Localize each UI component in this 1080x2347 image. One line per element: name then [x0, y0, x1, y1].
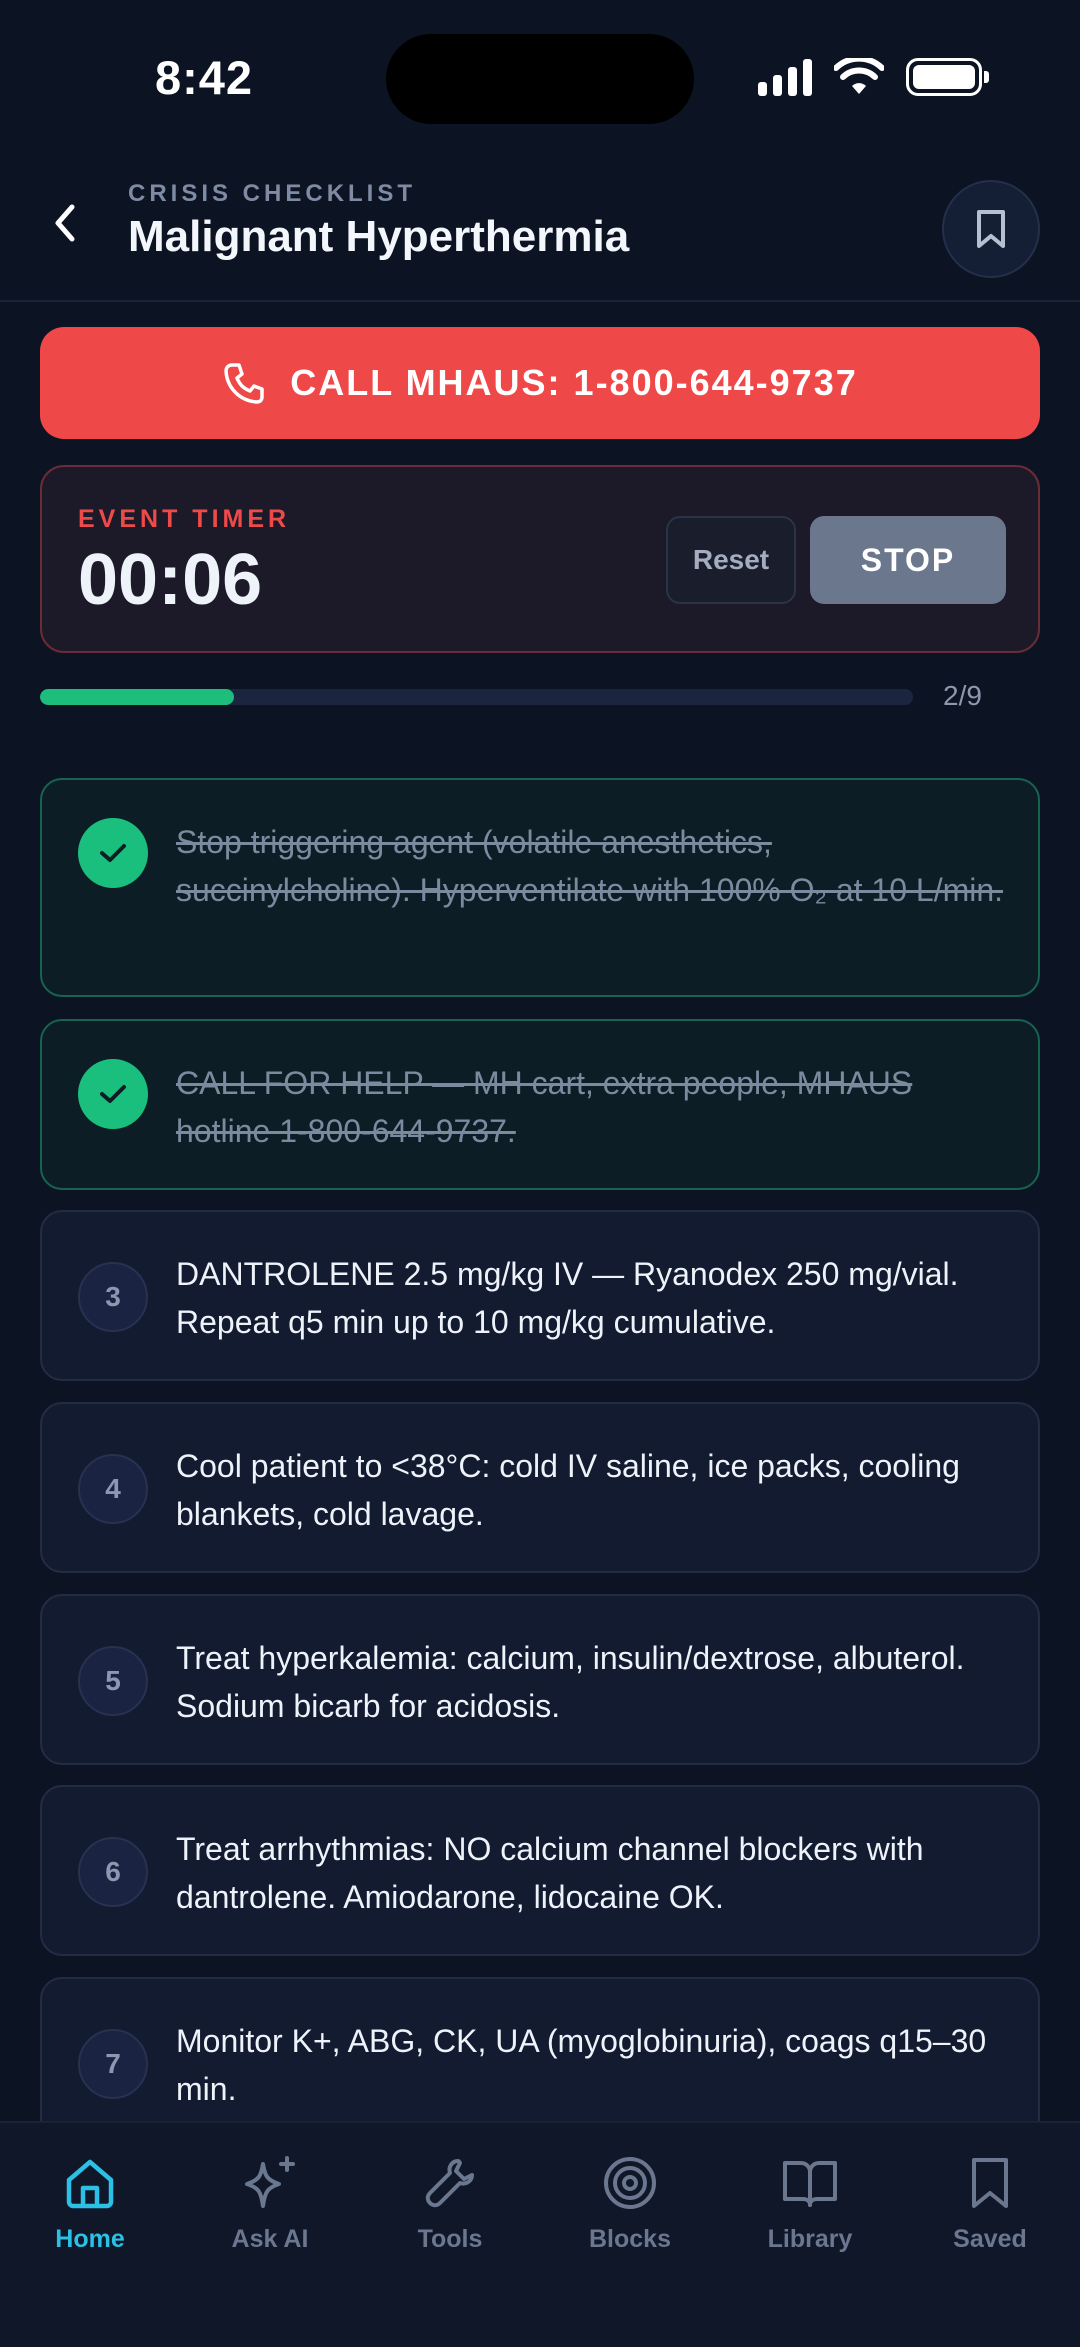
status-bar: 8:42 — [0, 0, 1080, 150]
progress-count: 2/9 — [943, 680, 982, 711]
stop-button[interactable]: STOP — [810, 516, 1006, 604]
bookmark-icon — [977, 210, 1005, 248]
step-number-badge[interactable]: 3 — [78, 1262, 148, 1332]
checkmark-badge[interactable] — [78, 1059, 148, 1129]
checkmark-badge[interactable] — [78, 818, 148, 888]
home-icon — [66, 2159, 114, 2209]
item-text: Cool patient to <38°C: cold IV saline, i… — [176, 1448, 960, 1532]
checklist-item[interactable]: 3 DANTROLENE 2.5 mg/kg IV — Ryanodex 250… — [40, 1210, 1040, 1381]
progress-fill — [40, 689, 234, 705]
status-time: 8:42 — [155, 51, 254, 104]
checklist-item[interactable]: 6 Treat arrhythmias: NO calcium channel … — [40, 1785, 1040, 1956]
book-icon — [783, 2161, 837, 2207]
wrench-icon — [425, 2159, 474, 2208]
nav-label: Blocks — [589, 2225, 671, 2253]
event-timer-card: EVENT TIMER 00:06 Reset STOP — [40, 465, 1040, 653]
bookmark-button[interactable] — [942, 180, 1040, 278]
back-button[interactable] — [42, 200, 88, 246]
phone-icon — [224, 363, 264, 404]
nav-label: Ask AI — [231, 2225, 309, 2253]
nav-label: Tools — [417, 2225, 483, 2253]
nav-item-home[interactable]: Home — [0, 2153, 180, 2254]
chevron-left-icon — [55, 204, 75, 242]
nav-item-ask-ai[interactable]: Ask AI — [180, 2153, 360, 2254]
reset-button[interactable]: Reset — [666, 516, 796, 604]
nav-item-saved[interactable]: Saved — [900, 2153, 1080, 2254]
checklist-item[interactable]: 5 Treat hyperkalemia: calcium, insulin/d… — [40, 1594, 1040, 1765]
battery-icon — [906, 58, 989, 96]
item-text: Treat hyperkalemia: calcium, insulin/dex… — [176, 1640, 965, 1724]
header-eyebrow: CRISIS CHECKLIST — [128, 180, 417, 207]
nav-label: Library — [767, 2225, 853, 2253]
nav-label: Saved — [953, 2225, 1027, 2253]
timer-value: 00:06 — [78, 540, 263, 620]
call-label: CALL MHAUS: 1-800-644-9737 — [290, 362, 858, 403]
page-title: Malignant Hyperthermia — [128, 212, 630, 261]
checkmark-icon — [100, 844, 126, 862]
item-text: Treat arrhythmias: NO calcium channel bl… — [176, 1831, 924, 1915]
bookmark-icon — [972, 2158, 1008, 2208]
nav-label: Home — [55, 2225, 125, 2253]
dynamic-island — [386, 34, 694, 124]
timer-eyebrow: EVENT TIMER — [78, 505, 291, 533]
nav-item-tools[interactable]: Tools — [360, 2153, 540, 2254]
step-number-badge[interactable]: 5 — [78, 1646, 148, 1716]
checklist-item[interactable]: Stop triggering agent (volatile anesthet… — [40, 778, 1040, 997]
progress-bar — [40, 689, 913, 705]
item-text: DANTROLENE 2.5 mg/kg IV — Ryanodex 250 m… — [176, 1256, 959, 1340]
nav-item-library[interactable]: Library — [720, 2153, 900, 2254]
status-icons — [758, 58, 989, 96]
wifi-icon — [834, 58, 884, 94]
bottom-nav: Home Ask AI Tools Blocks Library Saved — [0, 2121, 1080, 2347]
header: CRISIS CHECKLIST Malignant Hyperthermia — [0, 150, 1080, 302]
cellular-signal-icon — [758, 58, 812, 96]
checkmark-icon — [100, 1085, 126, 1103]
nav-item-blocks[interactable]: Blocks — [540, 2153, 720, 2254]
call-mhaus-button[interactable]: CALL MHAUS: 1-800-644-9737 — [40, 327, 1040, 439]
item-text: Monitor K+, ABG, CK, UA (myoglobinuria),… — [176, 2023, 987, 2107]
item-text: Stop triggering agent (volatile anesthet… — [176, 824, 1004, 908]
target-icon — [604, 2157, 656, 2209]
sparkle-icon — [245, 2156, 295, 2208]
step-number-badge[interactable]: 6 — [78, 1837, 148, 1907]
step-number-badge[interactable]: 4 — [78, 1454, 148, 1524]
checklist-item[interactable]: CALL FOR HELP — MH cart, extra people, M… — [40, 1019, 1040, 1190]
item-text: CALL FOR HELP — MH cart, extra people, M… — [176, 1065, 913, 1149]
checklist-item[interactable]: 4 Cool patient to <38°C: cold IV saline,… — [40, 1402, 1040, 1573]
step-number-badge[interactable]: 7 — [78, 2029, 148, 2099]
